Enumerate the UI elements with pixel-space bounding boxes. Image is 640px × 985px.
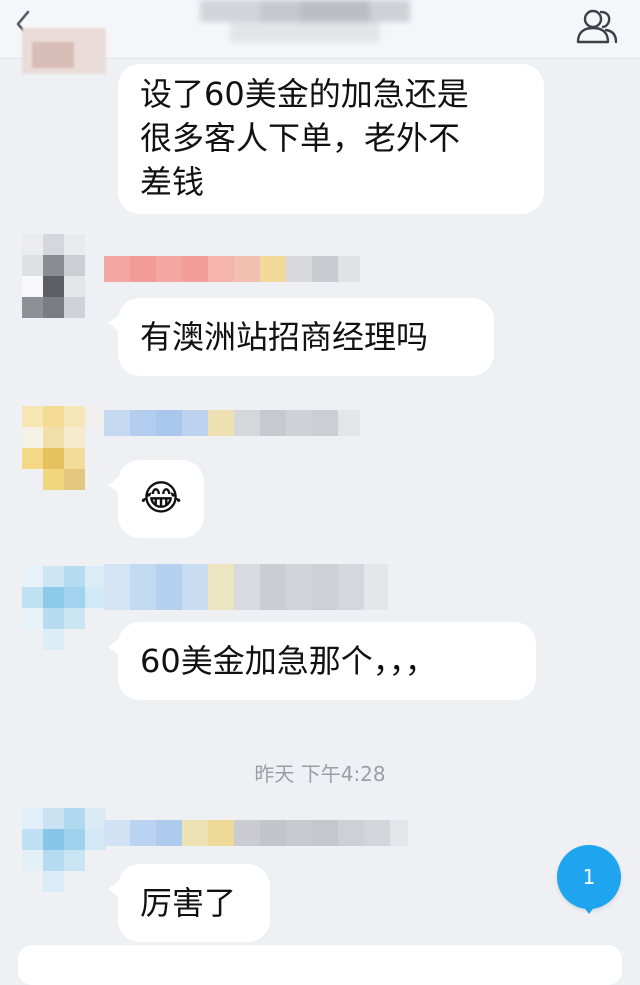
sender-name-obscured [104, 564, 388, 610]
sender-name-obscured [104, 256, 360, 282]
badge-pointer [580, 902, 598, 914]
unread-count-badge[interactable]: 1 [557, 845, 621, 909]
message-text: 设了60美金的加急还是 很多客人下单，老外不 差钱 [140, 75, 469, 201]
message-text: 60美金加急那个，，， [140, 642, 437, 680]
avatar[interactable] [22, 406, 106, 490]
message-timestamp: 昨天 下午4:28 [254, 762, 386, 786]
message-bubble[interactable]: 设了60美金的加急还是 很多客人下单，老外不 差钱 [118, 64, 544, 214]
message-text: 厉害了 [140, 884, 237, 922]
message-bubble[interactable]: 😂 [108, 460, 204, 538]
avatar[interactable] [22, 28, 106, 74]
message-text: 有澳洲站招商经理吗 [140, 318, 429, 356]
next-message-card [18, 945, 622, 985]
message-bubble[interactable]: 厉害了 [108, 864, 270, 942]
avatar[interactable] [22, 808, 106, 892]
avatar[interactable] [22, 234, 106, 318]
chat-title-obscured [200, 0, 410, 44]
group-members-button[interactable] [574, 4, 620, 48]
sender-name-obscured [104, 820, 408, 846]
avatar[interactable] [22, 566, 106, 650]
sender-name-obscured [104, 410, 360, 436]
message-bubble[interactable]: 有澳洲站招商经理吗 [108, 298, 494, 376]
message-bubble[interactable]: 60美金加急那个，，， [108, 622, 536, 700]
tears-of-joy-emoji-icon: 😂 [139, 478, 183, 519]
group-members-icon [576, 9, 618, 44]
